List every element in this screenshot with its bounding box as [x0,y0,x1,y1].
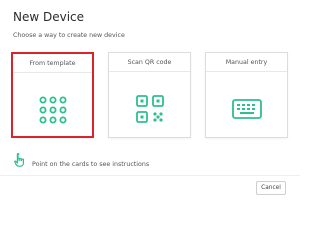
card-scan-qr-code[interactable]: Scan QR code [108,52,191,138]
dots-grid-icon [39,96,67,128]
pointing-hand-icon [14,152,26,171]
instruction-hint: Point on the cards to see instructions [14,152,149,171]
keyboard-icon [231,99,262,123]
card-manual-entry[interactable]: Manual entry [205,52,288,138]
dialog-title: New Device [13,10,85,24]
card-label: From template [29,60,76,67]
card-divider [109,71,190,72]
dialog-subtitle: Choose a way to create new device [13,32,125,39]
new-device-dialog: New Device Choose a way to create new de… [0,0,300,204]
hint-text: Point on the cards to see instructions [32,161,150,168]
card-label: Manual entry [225,59,268,66]
card-from-template[interactable]: From template [11,52,94,138]
footer-divider [0,175,300,176]
cancel-button[interactable]: Cancel [256,181,286,195]
card-label: Scan QR code [127,59,172,66]
qr-code-icon [135,95,164,127]
card-divider [206,71,287,72]
card-divider [13,72,92,73]
